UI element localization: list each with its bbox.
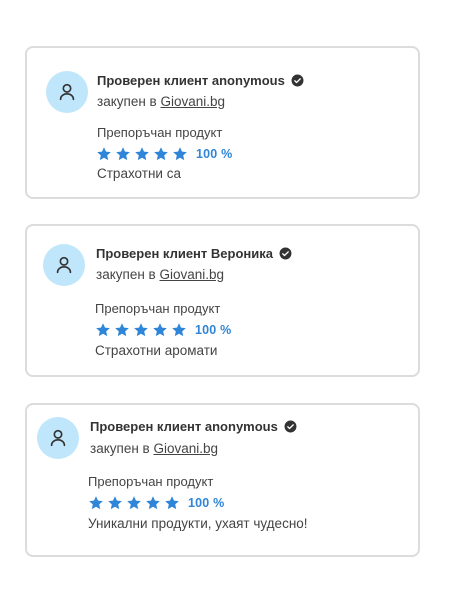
star-rating [96,146,188,162]
review-text: Страхотни са [97,166,181,181]
user-icon [37,417,79,459]
reviewer-name: Проверен клиент anonymous [97,73,285,88]
rating-percent: 100 % [195,323,232,337]
review-card: Проверен клиент anonymous закупен в Giov… [25,46,420,199]
purchase-prefix: закупен в [90,441,150,456]
review-card: Проверен клиент Вероника закупен в Giova… [25,224,420,377]
star-icon [107,495,123,511]
purchase-prefix: закупен в [97,94,157,109]
star-icon [96,146,112,162]
store-link[interactable]: Giovani.bg [159,267,224,282]
star-icon [172,146,188,162]
star-icon [115,146,131,162]
review-card: Проверен клиент anonymous закупен в Giov… [25,403,420,557]
rating-percent: 100 % [188,496,225,510]
rating: 100 % [95,322,231,338]
star-icon [133,322,149,338]
review-text: Уникални продукти, ухаят чудесно! [88,516,308,531]
reviewer-name: Проверен клиент anonymous [90,419,278,434]
star-rating [88,495,180,511]
user-icon [46,71,88,113]
rating: 100 % [88,495,224,511]
purchase-prefix: закупен в [96,267,156,282]
star-rating [95,322,187,338]
star-icon [171,322,187,338]
recommended-label: Препоръчан продукт [95,301,221,316]
user-icon [43,244,85,286]
purchase-source: закупен в Giovani.bg [97,94,225,109]
star-icon [153,146,169,162]
review-text: Страхотни аромати [95,343,218,358]
purchase-source: закупен в Giovani.bg [90,441,218,456]
recommended-label: Препоръчан продукт [97,125,223,140]
star-icon [152,322,168,338]
purchase-source: закупен в Giovani.bg [96,267,224,282]
verified-check-icon [279,247,292,260]
store-link[interactable]: Giovani.bg [160,94,225,109]
star-icon [88,495,104,511]
star-icon [145,495,161,511]
star-icon [164,495,180,511]
verified-check-icon [291,74,304,87]
recommended-label: Препоръчан продукт [88,474,214,489]
rating-percent: 100 % [196,147,233,161]
verified-check-icon [284,420,297,433]
star-icon [95,322,111,338]
rating: 100 % [96,146,232,162]
reviewer-name: Проверен клиент Вероника [96,246,273,261]
store-link[interactable]: Giovani.bg [153,441,218,456]
star-icon [114,322,130,338]
star-icon [134,146,150,162]
star-icon [126,495,142,511]
